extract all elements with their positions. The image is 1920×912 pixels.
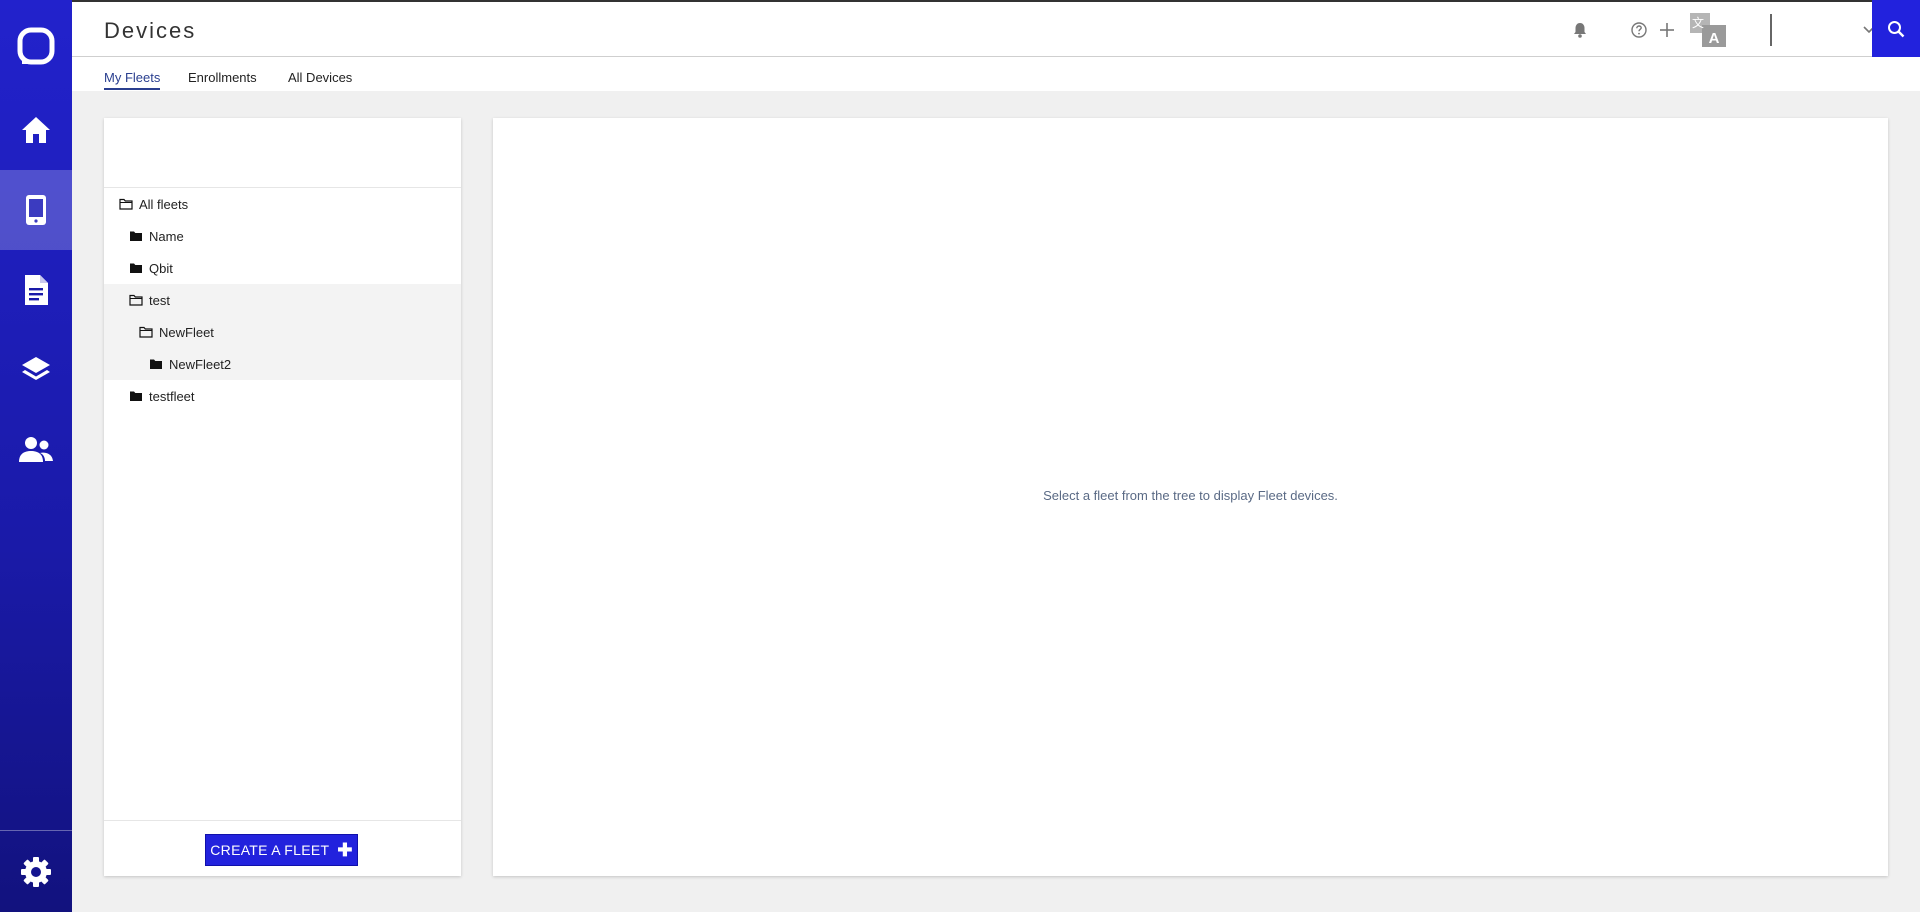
fleet-tree-panel: All fleets Name Qbit test NewFleet NewFl… — [104, 118, 461, 876]
folder-icon — [129, 390, 143, 402]
tree-node-label: NewFleet — [159, 324, 214, 340]
folder-icon — [129, 262, 143, 274]
notifications-button[interactable] — [1566, 16, 1594, 44]
folder-icon — [129, 230, 143, 242]
tree-node-newfleet[interactable]: NewFleet — [104, 316, 461, 348]
tree-panel-header — [104, 118, 461, 188]
tree-node-name[interactable]: Name — [104, 220, 461, 252]
top-header: Devices A 文 — [72, 0, 1920, 58]
search-button[interactable] — [1872, 0, 1920, 58]
document-icon — [25, 275, 48, 305]
tab-my-fleets[interactable]: My Fleets — [104, 70, 161, 90]
app-logo[interactable] — [0, 0, 72, 92]
nav-devices[interactable] — [0, 170, 72, 250]
translate-icon: A 文 — [1690, 13, 1726, 47]
tree-node-newfleet2[interactable]: NewFleet2 — [104, 348, 461, 380]
nav-layers[interactable] — [0, 330, 72, 410]
fleet-devices-panel: Select a fleet from the tree to display … — [493, 118, 1888, 876]
nav-settings[interactable] — [0, 832, 72, 912]
empty-state-message: Select a fleet from the tree to display … — [1043, 488, 1338, 503]
tree-node-label: Name — [149, 228, 184, 244]
search-icon — [1888, 21, 1905, 38]
plus-icon: ✚ — [337, 840, 353, 860]
nav-users[interactable] — [0, 410, 72, 490]
tree-node-label: Qbit — [149, 260, 173, 276]
nav-home[interactable] — [0, 90, 72, 170]
tab-enrollments[interactable]: Enrollments — [188, 70, 257, 88]
tab-all-devices[interactable]: All Devices — [288, 70, 352, 88]
home-icon — [22, 117, 50, 143]
svg-text:A: A — [1709, 30, 1720, 47]
logo-icon — [17, 27, 55, 65]
folder-open-icon — [139, 326, 153, 338]
gear-icon — [21, 857, 51, 887]
nav-documents[interactable] — [0, 250, 72, 330]
tree-node-label: All fleets — [139, 196, 189, 212]
help-icon — [1631, 22, 1647, 38]
folder-open-icon — [129, 294, 143, 306]
tree-node-all-fleets[interactable]: All fleets — [104, 188, 461, 220]
tree-node-testfleet[interactable]: testfleet — [104, 380, 461, 412]
tree-node-label: NewFleet2 — [169, 356, 232, 372]
tree-node-test[interactable]: test — [104, 284, 461, 316]
create-fleet-label: CREATE A FLEET — [210, 842, 330, 858]
tree-footer-divider — [104, 820, 461, 821]
layers-icon — [22, 357, 50, 380]
header-separator — [1770, 14, 1772, 46]
svg-text:文: 文 — [1692, 15, 1704, 30]
bell-icon — [1574, 23, 1586, 38]
nav-rail — [0, 0, 72, 912]
tree-node-label: testfleet — [149, 388, 195, 404]
plus-icon — [1660, 23, 1674, 37]
tree-node-qbit[interactable]: Qbit — [104, 252, 461, 284]
nav-divider — [0, 830, 72, 831]
create-fleet-button[interactable]: CREATE A FLEET ✚ — [205, 834, 358, 866]
folder-icon — [149, 358, 163, 370]
folder-open-icon — [119, 198, 133, 210]
users-icon — [19, 437, 53, 462]
language-button[interactable]: A 文 — [1689, 12, 1727, 48]
phone-icon — [26, 195, 46, 225]
add-button[interactable] — [1653, 16, 1681, 44]
tab-bar: My Fleets Enrollments All Devices — [72, 57, 1920, 91]
help-button[interactable] — [1625, 16, 1653, 44]
page-title: Devices — [104, 18, 197, 43]
tree-node-label: test — [149, 292, 170, 308]
